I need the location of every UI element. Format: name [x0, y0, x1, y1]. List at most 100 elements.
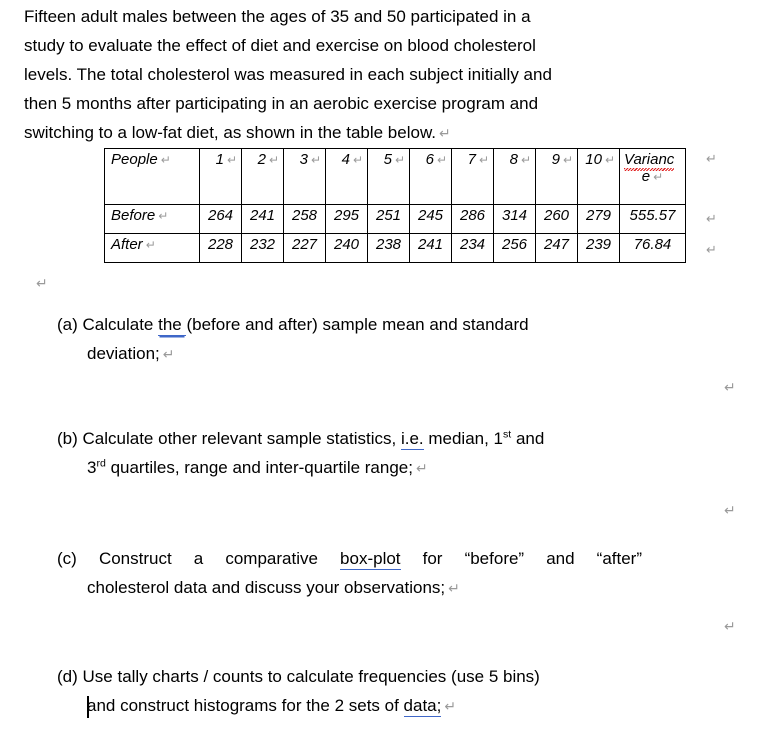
question-a-line-2-text: deviation;	[87, 344, 160, 363]
question-c-line-2: cholesterol data and discuss your observ…	[57, 573, 642, 604]
header-cell-variance[interactable]: Varianc e ↵	[619, 148, 686, 205]
question-b[interactable]: (b) Calculate other relevant sample stat…	[57, 424, 642, 484]
question-c[interactable]: (c) Construct a comparative box-plot for…	[57, 544, 642, 604]
question-d-line-1: (d) Use tally charts / counts to calcula…	[57, 662, 642, 691]
cell-before-1[interactable]: 264	[199, 204, 242, 234]
cell-after-2[interactable]: 232	[241, 233, 284, 263]
paragraph-mark-icon: ↵	[562, 153, 573, 167]
paragraph-mark-icon: ↵	[448, 581, 460, 597]
question-b-line-1: (b) Calculate other relevant sample stat…	[57, 424, 642, 453]
paragraph-mark-icon: ↵	[226, 153, 237, 167]
header-cell-person-7[interactable]: 7 ↵	[451, 148, 494, 205]
question-d[interactable]: (d) Use tally charts / counts to calcula…	[57, 662, 642, 722]
cell-before-9[interactable]: 260	[535, 204, 578, 234]
table-row-before: Before ↵ 264 241 258 295 251 245 286 314 …	[104, 204, 686, 234]
cell-before-8[interactable]: 314	[493, 204, 536, 234]
question-a-grammar-underline[interactable]: the	[158, 315, 187, 336]
header-person-9-label: 9	[551, 151, 560, 168]
header-cell-person-9[interactable]: 9 ↵	[535, 148, 578, 205]
row-end-mark-header: ↵	[706, 152, 717, 167]
cell-after-4[interactable]: 240	[325, 233, 368, 263]
cell-before-10[interactable]: 279	[577, 204, 620, 234]
question-a[interactable]: (a) Calculate the (before and after) sam…	[57, 310, 642, 370]
question-c-text-pre: Construct a comparative	[98, 549, 341, 568]
question-b-text-pre: Calculate other relevant sample statisti…	[82, 429, 401, 448]
header-cell-person-6[interactable]: 6 ↵	[409, 148, 452, 205]
question-d-text-pre: and construct histograms for the 2 sets …	[87, 696, 404, 715]
cell-after-variance[interactable]: 76.84	[619, 233, 686, 263]
cell-after-7[interactable]: 234	[451, 233, 494, 263]
intro-paragraph[interactable]: Fifteen adult males between the ages of …	[24, 2, 664, 149]
header-cell-person-10[interactable]: 10 ↵	[577, 148, 620, 205]
paragraph-mark-icon: ↵	[268, 153, 279, 167]
text-cursor	[87, 696, 89, 718]
header-person-7-label: 7	[467, 151, 476, 168]
question-c-label: (c)	[57, 549, 77, 568]
row-end-mark-after: ↵	[706, 243, 717, 258]
intro-line-2: study to evaluate the effect of diet and…	[24, 36, 536, 55]
header-cell-person-2[interactable]: 2 ↵	[241, 148, 284, 205]
intro-line-5-text: switching to a low-fat diet, as shown in…	[24, 123, 437, 142]
row-label-before[interactable]: Before ↵	[104, 204, 200, 234]
cell-before-variance[interactable]: 555.57	[619, 204, 686, 234]
table-row-after: After ↵ 228 232 227 240 238 241 234 256 2…	[104, 233, 686, 263]
header-person-6-label: 6	[425, 151, 434, 168]
header-cell-person-4[interactable]: 4 ↵	[325, 148, 368, 205]
cholesterol-table[interactable]: People ↵ 1 ↵ 2 ↵ 3 ↵ 4 ↵ 5 ↵ 6 ↵ 7 ↵ 8 ↵ 9 ↵ 10 ↵ V…	[104, 148, 686, 263]
empty-paragraph-mark-1: ↵	[36, 276, 48, 292]
row-before-label-text: Before	[111, 207, 156, 224]
paragraph-mark-icon: ↵	[439, 126, 451, 142]
intro-line-4: then 5 months after participating in an …	[24, 94, 539, 113]
paragraph-mark-icon: ↵	[162, 347, 175, 363]
header-person-5-label: 5	[383, 151, 392, 168]
header-cell-people[interactable]: People ↵	[104, 148, 200, 205]
empty-paragraph-mark-3: ↵	[724, 503, 736, 519]
row-end-mark-before: ↵	[706, 212, 717, 227]
intro-line-1: Fifteen adult males between the ages of …	[24, 7, 531, 26]
row-label-after[interactable]: After ↵	[104, 233, 200, 263]
paragraph-mark-icon: ↵	[653, 170, 664, 184]
cell-before-5[interactable]: 251	[367, 204, 410, 234]
empty-paragraph-mark-4: ↵	[724, 619, 736, 635]
question-c-line-1: (c) Construct a comparative box-plot for…	[57, 544, 642, 573]
cell-before-7[interactable]: 286	[451, 204, 494, 234]
header-cell-person-3[interactable]: 3 ↵	[283, 148, 326, 205]
question-d-grammar-underline[interactable]: data;	[403, 696, 442, 717]
cell-after-10[interactable]: 239	[577, 233, 620, 263]
question-c-line-2-text: cholesterol data and discuss your observ…	[87, 578, 446, 597]
intro-line-5: switching to a low-fat diet, as shown in…	[24, 123, 451, 142]
paragraph-mark-icon: ↵	[352, 153, 363, 167]
question-d-label: (d)	[57, 667, 78, 686]
question-c-text-post: for “before” and “after”	[400, 549, 642, 568]
header-person-3-label: 3	[299, 151, 308, 168]
question-b-grammar-underline[interactable]: i.e.	[400, 429, 424, 450]
question-a-text-post: (before and after) sample mean and stand…	[186, 315, 529, 334]
paragraph-mark-icon: ↵	[604, 153, 615, 167]
table-header-row: People ↵ 1 ↵ 2 ↵ 3 ↵ 4 ↵ 5 ↵ 6 ↵ 7 ↵ 8 ↵ 9 ↵ 10 ↵ V…	[104, 148, 686, 205]
header-cell-person-8[interactable]: 8 ↵	[493, 148, 536, 205]
cell-after-6[interactable]: 241	[409, 233, 452, 263]
cell-after-9[interactable]: 247	[535, 233, 578, 263]
question-c-grammar-underline[interactable]: box-plot	[340, 549, 401, 570]
paragraph-mark-icon: ↵	[310, 153, 321, 167]
cell-after-5[interactable]: 238	[367, 233, 410, 263]
cell-before-6[interactable]: 245	[409, 204, 452, 234]
paragraph-mark-icon: ↵	[520, 153, 531, 167]
cell-after-8[interactable]: 256	[493, 233, 536, 263]
paragraph-mark-icon: ↵	[478, 153, 489, 167]
header-cell-person-5[interactable]: 5 ↵	[367, 148, 410, 205]
question-b-text-post: and	[511, 429, 545, 448]
question-a-line-2: deviation; ↵	[57, 339, 642, 370]
cell-after-3[interactable]: 227	[283, 233, 326, 263]
header-cell-person-1[interactable]: 1 ↵	[199, 148, 242, 205]
question-b-line-2-rest: quartiles, range and inter-quartile rang…	[105, 458, 413, 477]
row-after-label-text: After	[111, 236, 143, 253]
cell-before-2[interactable]: 241	[241, 204, 284, 234]
cell-after-1[interactable]: 228	[199, 233, 242, 263]
paragraph-mark-icon: ↵	[160, 153, 171, 167]
paragraph-mark-icon: ↵	[415, 461, 428, 477]
cell-before-3[interactable]: 258	[283, 204, 326, 234]
question-b-label: (b)	[57, 429, 78, 448]
variance-label-wrap: Varianc e ↵	[624, 151, 681, 185]
cell-before-4[interactable]: 295	[325, 204, 368, 234]
